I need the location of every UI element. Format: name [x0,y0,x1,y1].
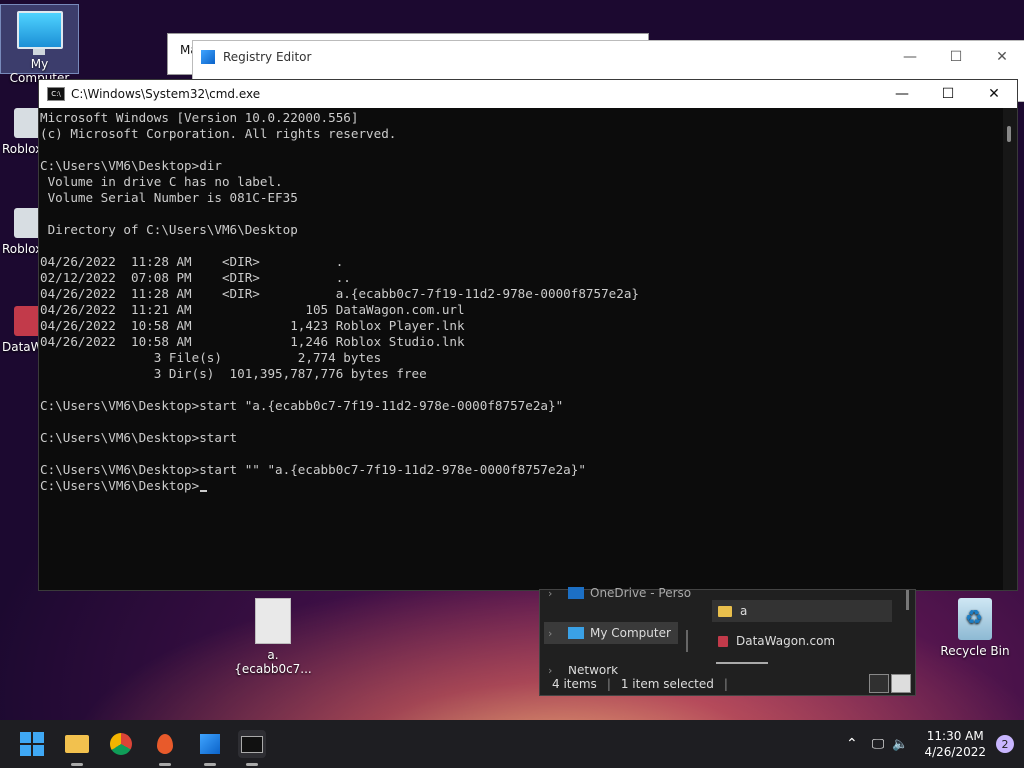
folder-icon [65,735,89,753]
nav-item-my-computer[interactable]: › My Computer [544,622,678,644]
volume-icon[interactable]: 🔈 [892,737,908,752]
file-item-a[interactable]: a [712,600,892,622]
cmd-window[interactable]: C:\ C:\Windows\System32\cmd.exe — ☐ ✕ Mi… [38,79,1018,591]
pane-splitter[interactable] [686,630,688,652]
taskbar-app-pin[interactable] [151,730,179,766]
nav-item-label: My Computer [590,626,671,640]
close-button[interactable]: ✕ [971,80,1017,108]
status-bar: 4 items | 1 item selected | [552,677,728,691]
scrollbar-thumb[interactable] [1007,126,1011,142]
text-cursor [200,490,208,492]
clock-date: 4/26/2022 [924,745,986,759]
details-view-button[interactable] [869,674,889,693]
file-name: a [740,604,748,618]
notification-badge[interactable]: 2 [996,735,1014,753]
maximize-button[interactable]: ☐ [933,41,979,73]
cmd-title-bar[interactable]: C:\ C:\Windows\System32\cmd.exe — ☐ ✕ [39,80,1017,108]
desktop-icon-recycle-bin[interactable]: Recycle Bin [935,598,1015,658]
file-icon [255,598,291,644]
nav-item-label: OneDrive - Perso [590,586,692,600]
large-icons-view-button[interactable] [891,674,911,693]
clock-time: 11:30 AM [926,729,984,743]
file-item-datawagon[interactable]: DataWagon.com [718,634,835,648]
folder-icon [718,605,732,617]
desktop-icon-label: a.{ecabb0c7... [234,648,312,676]
windows-logo-icon [20,732,44,756]
cmd-icon: C:\ [47,87,65,101]
vertical-scrollbar[interactable] [1003,108,1017,590]
minimize-button[interactable]: — [887,41,933,73]
taskbar-registry-editor[interactable] [196,730,224,766]
chrome-icon [110,733,132,755]
chevron-right-icon: › [548,586,553,600]
chevron-up-icon[interactable]: ⌃ [846,736,858,752]
vertical-scrollbar[interactable] [906,590,909,610]
file-explorer-window[interactable]: › OneDrive - Perso › My Computer › Netwo… [539,586,916,696]
maximize-button[interactable]: ☐ [925,80,971,108]
file-name: DataWagon.com [736,634,836,648]
map-pin-icon [157,734,173,754]
desktop-icon-file-a[interactable]: a.{ecabb0c7... [233,598,313,676]
start-button[interactable] [18,730,46,758]
system-tray: ⌃ 🖵 🔈 11:30 AM 4/26/2022 2 [846,720,1024,768]
chevron-right-icon: › [548,626,553,640]
desktop-icon-my-computer[interactable]: My Computer [0,4,79,85]
registry-editor-icon [200,734,220,754]
cloud-icon [568,587,584,599]
item-count: 4 items [552,677,597,691]
computer-icon [16,11,63,55]
minimize-button[interactable]: — [879,80,925,108]
selection-count: 1 item selected [620,677,714,691]
taskbar-cmd[interactable] [238,730,266,766]
desktop-icon-label: Recycle Bin [940,644,1010,658]
command-prompt: C:\Users\VM6\Desktop> [40,478,200,493]
window-title: C:\Windows\System32\cmd.exe [71,87,261,101]
url-shortcut-icon [718,635,728,647]
network-icon[interactable]: 🖵 [872,737,885,752]
computer-icon [568,627,584,639]
console-output[interactable]: Microsoft Windows [Version 10.0.22000.55… [39,108,1003,590]
window-title: Registry Editor [223,50,312,64]
horizontal-scrollbar[interactable] [716,662,768,664]
clock[interactable]: 11:30 AM 4/26/2022 [924,728,986,760]
close-button[interactable]: ✕ [979,41,1024,73]
recycle-bin-icon [958,598,992,640]
console-text: Microsoft Windows [Version 10.0.22000.55… [40,110,639,477]
nav-item-onedrive[interactable]: › OneDrive - Perso [548,586,691,600]
registry-editor-icon [201,50,215,64]
taskbar: ⌃ 🖵 🔈 11:30 AM 4/26/2022 2 [0,720,1024,768]
cmd-icon [241,735,263,753]
taskbar-file-explorer[interactable] [63,730,91,766]
taskbar-chrome[interactable] [107,730,135,758]
